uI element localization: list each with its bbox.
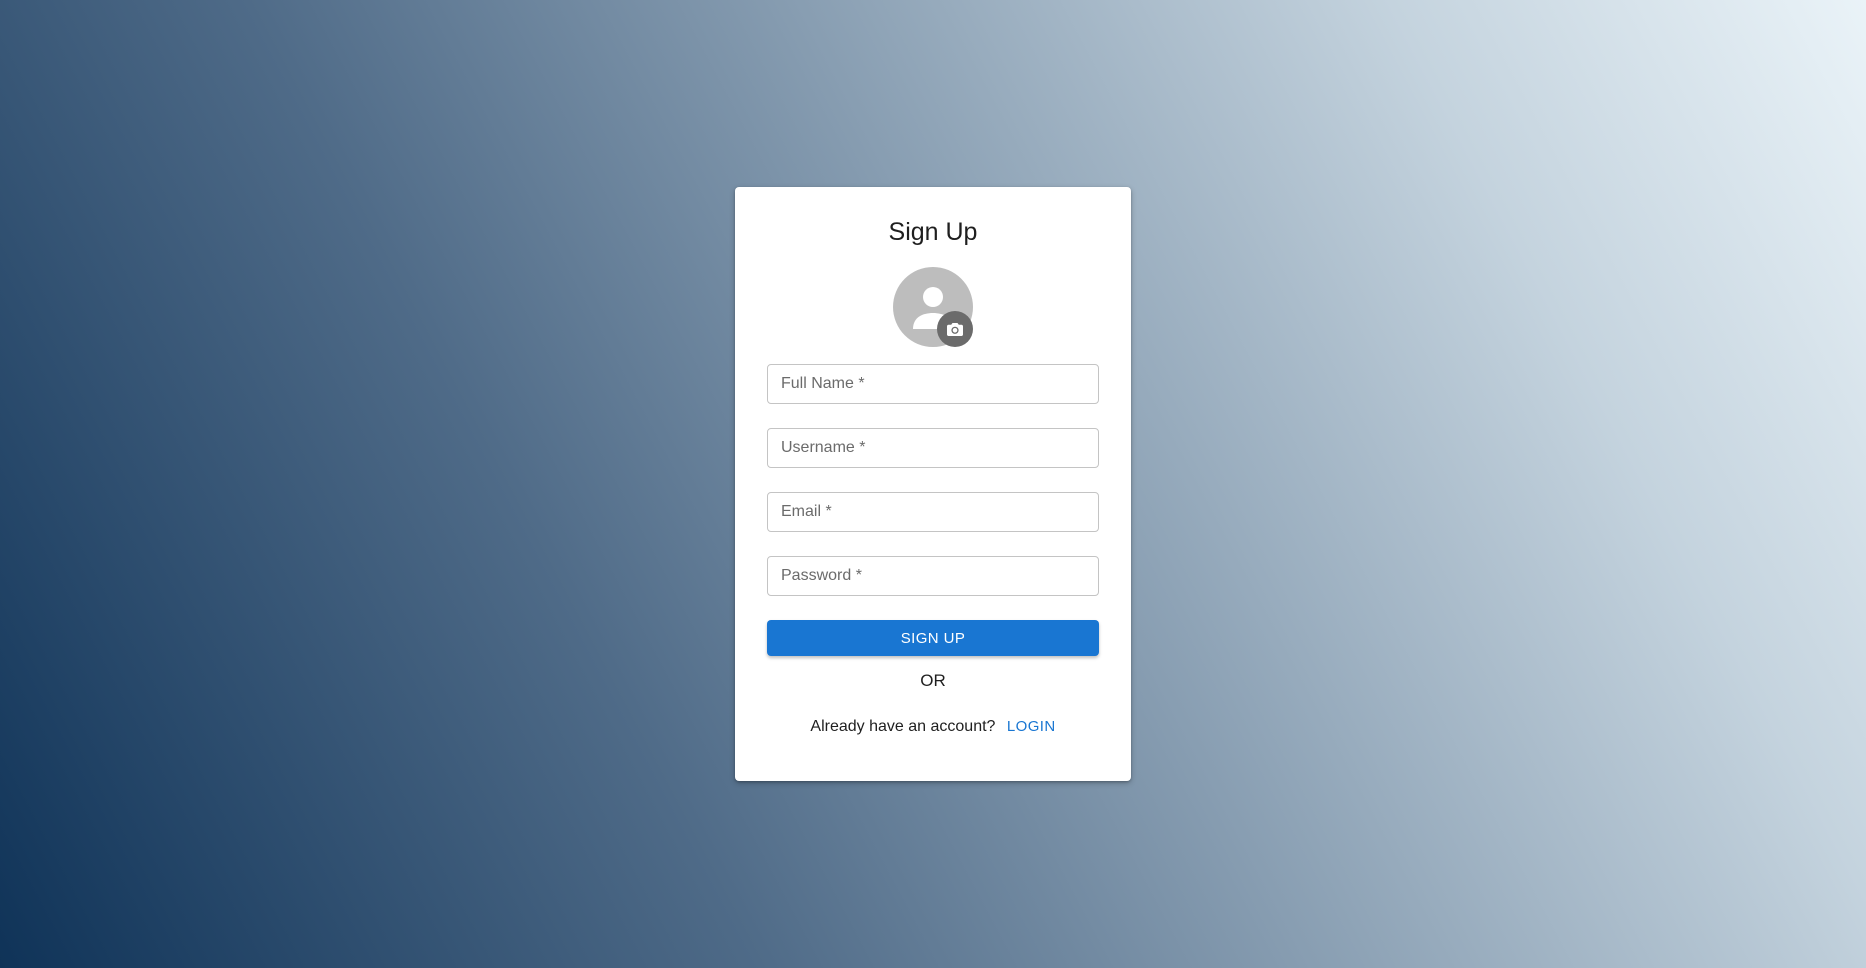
signup-card: Sign Up SIGN UP OR Already have an accou… — [735, 187, 1131, 781]
email-field — [767, 492, 1099, 532]
password-field — [767, 556, 1099, 596]
avatar-upload — [893, 267, 973, 347]
username-input[interactable] — [768, 429, 1098, 467]
full-name-field — [767, 364, 1099, 404]
page-title: Sign Up — [888, 218, 978, 246]
upload-photo-button[interactable] — [937, 311, 973, 347]
camera-icon — [947, 323, 963, 336]
or-divider: OR — [920, 671, 946, 690]
username-field — [767, 428, 1099, 468]
full-name-input[interactable] — [768, 365, 1098, 403]
email-input[interactable] — [768, 493, 1098, 531]
login-prompt-row: Already have an account? LOGIN — [735, 718, 1131, 736]
sign-up-button[interactable]: SIGN UP — [767, 620, 1099, 656]
login-link[interactable]: LOGIN — [1007, 718, 1056, 735]
password-input[interactable] — [768, 557, 1098, 595]
account-prompt-text: Already have an account? — [810, 718, 996, 735]
